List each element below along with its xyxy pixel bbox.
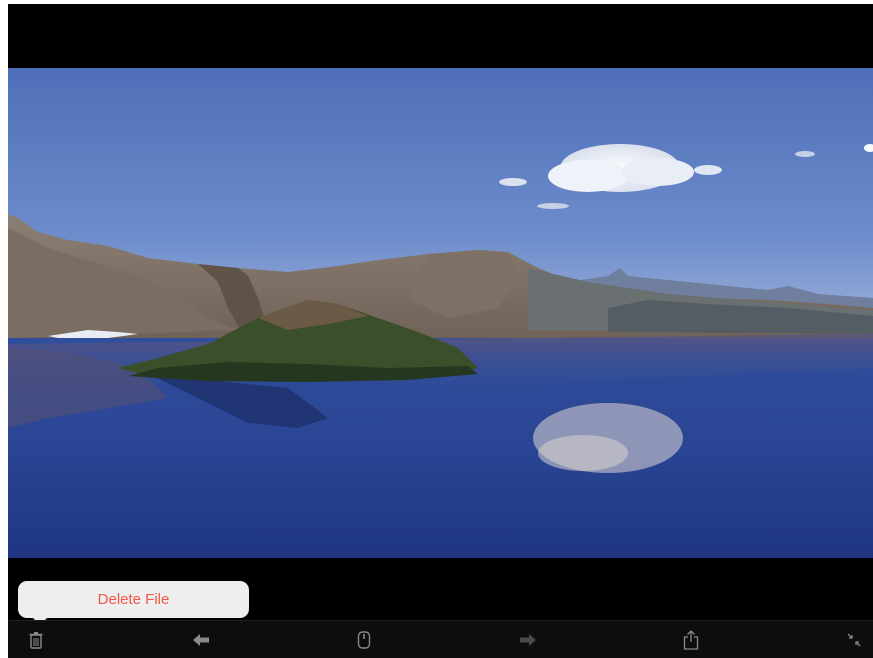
- arrow-right-icon: [520, 634, 536, 646]
- lake-landscape-photo: [8, 68, 873, 558]
- trash-icon: [29, 632, 43, 649]
- mouse-icon: [357, 631, 371, 649]
- photo-image[interactable]: [8, 68, 873, 558]
- share-button[interactable]: [679, 629, 703, 651]
- collapse-button[interactable]: [842, 629, 866, 651]
- delete-file-popover[interactable]: Delete File: [18, 581, 249, 625]
- share-icon: [683, 630, 699, 650]
- arrow-left-icon: [193, 634, 209, 646]
- collapse-icon: [847, 633, 861, 647]
- next-button[interactable]: [516, 629, 540, 651]
- previous-button[interactable]: [189, 629, 213, 651]
- delete-file-button[interactable]: Delete File: [98, 591, 170, 608]
- bottom-toolbar: [8, 620, 873, 658]
- delete-button[interactable]: [24, 629, 48, 651]
- mouse-button[interactable]: [352, 629, 376, 651]
- file-viewer: Delete File: [8, 4, 873, 658]
